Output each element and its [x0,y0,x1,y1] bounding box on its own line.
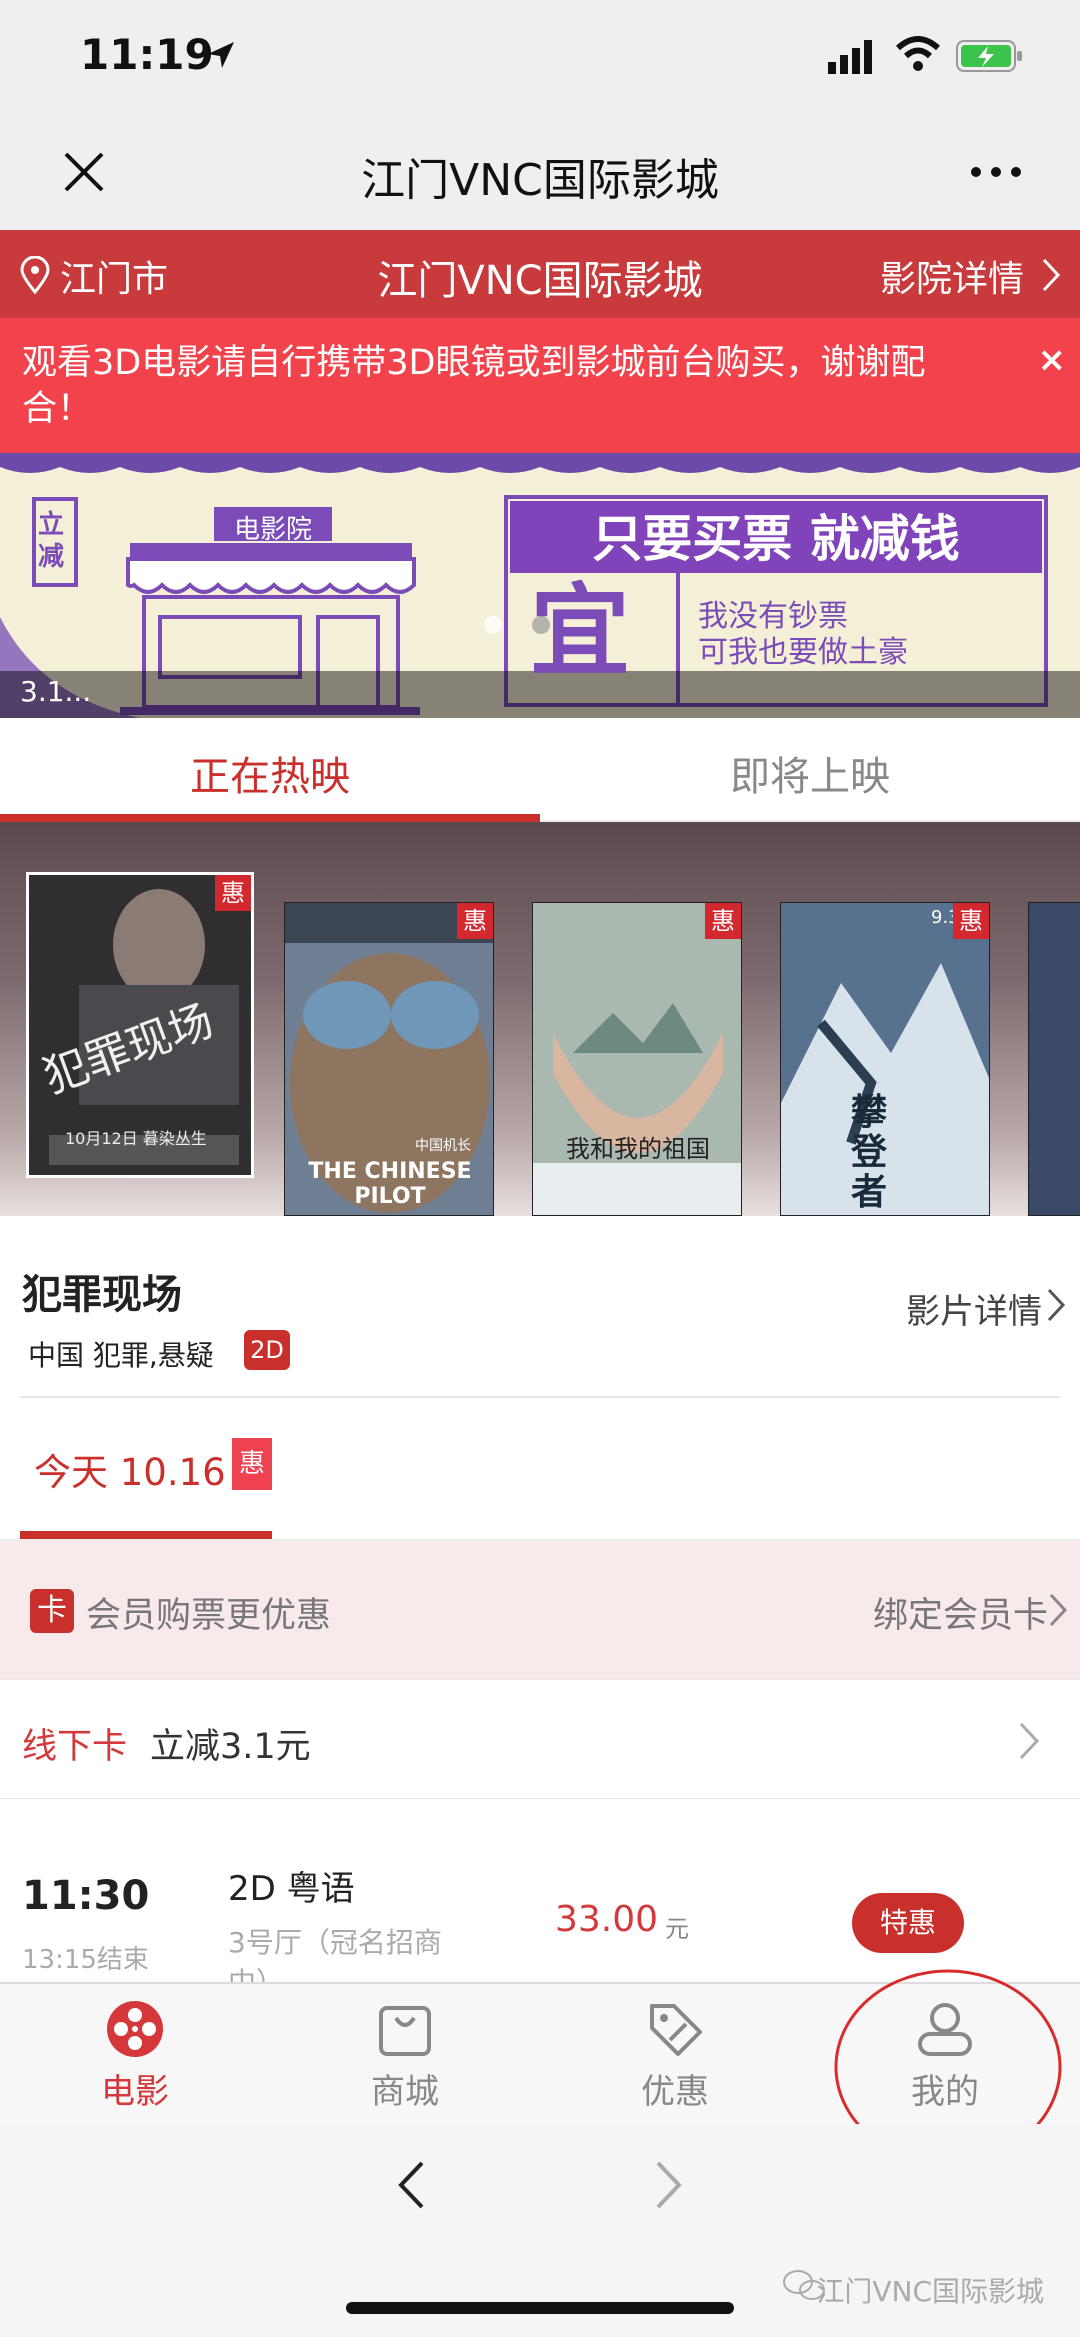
home-indicator[interactable] [346,2302,734,2314]
status-time: 11:19 [80,30,214,79]
poster-subtitle: 中国机长 [415,1138,471,1154]
chevron-right-icon [1019,1722,1040,1760]
member-promo-text: 会员购票更优惠 [86,1596,332,1636]
tabbar-item-movie[interactable]: 电影 [0,1984,270,2126]
member-card-row[interactable]: 卡 会员购票更优惠 绑定会员卡 [0,1539,1080,1679]
tab-coming-soon[interactable]: 即将上映 [540,744,1080,802]
showtime-hall: 3号厅（冠名招商中） [228,1926,442,1982]
poster-card-partial[interactable] [1028,902,1080,1216]
format-tag: 2D [244,1330,290,1370]
battery-icon [956,40,1022,72]
poster-card[interactable]: 攀登者 9.30 惠 [780,902,990,1216]
tabbar-label: 电影 [101,2072,169,2112]
page-title: 江门VNC国际影城 [361,155,719,206]
status-bar: 11:19 [0,0,1080,120]
location-arrow-icon [208,42,234,68]
tabbar-label: 优惠 [641,2072,709,2112]
poster-carousel: 犯罪现场 10月12日 暮染丛生 惠 THE CHINESE PILOT 中国机… [0,822,1080,1216]
notice-banner: 观看3D电影请自行携带3D眼镜或到影城前台购买，谢谢配合！ × [0,318,1080,453]
offline-card-row[interactable]: 线下卡 立减3.1元 [0,1679,1080,1799]
banner-caption: 3.1... [20,675,92,708]
poster-title: 我和我的祖国 [566,1135,710,1163]
showtime-row[interactable]: 11:30 13:15结束 2D 粤语 3号厅（冠名招商中） 33.00 元 特… [0,1799,1080,1982]
movie-tabs: 正在热映 即将上映 [0,718,1080,822]
movie-title: 犯罪现场 [22,1272,182,1318]
shopping-bag-icon [379,2006,431,2056]
offline-card-value: 立减3.1元 [150,1727,311,1767]
poster-subtitle: 10月12日 暮染丛生 [65,1129,207,1148]
poster-card[interactable]: THE CHINESE PILOT 中国机长 惠 [284,902,494,1216]
discount-badge: 惠 [953,903,989,939]
date-tab-today[interactable]: 今天 10.16 [34,1442,226,1496]
offline-card-label: 线下卡 [22,1727,128,1767]
card-icon: 卡 [30,1589,74,1633]
tabbar-label: 商城 [371,2072,439,2112]
movie-info: 犯罪现场 中国 犯罪,悬疑 2D 影片详情 [0,1216,1080,1396]
showtime-end: 13:15结束 [22,1945,149,1975]
tabbar-item-mall[interactable]: 商城 [270,1984,540,2126]
banner-line-2: 可我也要做土豪 [698,635,908,670]
watermark-text: 江门VNC国际影城 [816,2275,1044,2308]
back-arrow-icon[interactable] [396,2160,426,2210]
notice-text: 观看3D电影请自行携带3D眼镜或到影城前台购买，谢谢配合！ [22,343,926,429]
wifi-icon [896,36,940,71]
date-active-indicator [20,1531,272,1539]
bind-member-card-link[interactable]: 绑定会员卡 [873,1587,1048,1638]
notice-close-button[interactable]: × [1038,340,1067,380]
banner-top-strip [0,453,1080,467]
poster-card[interactable]: 犯罪现场 10月12日 暮染丛生 惠 [26,872,254,1178]
poster-card[interactable]: 我和我的祖国 惠 [532,902,742,1216]
tabbar-item-offers[interactable]: 优惠 [540,1984,810,2126]
banner-tag: 立减 [38,510,65,572]
price-unit: 元 [665,1915,689,1943]
cinema-detail-link[interactable]: 影院详情 [880,250,1024,302]
showtime-start: 11:30 [22,1873,150,1919]
discount-badge: 惠 [705,903,741,939]
chevron-right-icon [1049,1593,1068,1627]
film-reel-icon [107,2001,163,2057]
date-selector[interactable]: 今天 10.16 惠 [20,1396,1060,1539]
banner-big-char: 宜 [530,573,630,690]
signal-icon [828,40,872,74]
promo-banner[interactable]: 立减 电影院 只要买票 就减钱 宜 我没有钞票 可我也要做土豪 3.1... [0,453,1080,718]
movie-detail-link[interactable]: 影片详情 [906,1284,1042,1333]
more-icon[interactable] [970,166,1022,178]
chevron-right-icon [1047,1288,1066,1322]
tab-now-showing[interactable]: 正在热映 [0,744,540,802]
movie-meta: 中国 犯罪,悬疑 [28,1339,214,1372]
discount-badge: 惠 [232,1438,272,1490]
forward-arrow-icon[interactable] [654,2160,684,2210]
special-offer-button[interactable]: 特惠 [852,1893,964,1953]
price-tag-icon [650,2004,702,2056]
poster-art [533,1003,741,1215]
tab-active-indicator [0,814,540,822]
showtime-price: 33.00 [555,1899,659,1940]
cinema-header: 江门市 江门VNC国际影城 影院详情 [0,230,1080,318]
poster-title: 攀登者 [851,1092,888,1213]
nav-bar: 江门VNC国际影城 [0,120,1080,230]
chevron-right-icon [1042,258,1061,292]
showtime-language: 2D 粤语 [228,1869,355,1909]
discount-badge: 惠 [215,875,251,911]
browser-toolbar: 江门VNC国际影城 [0,2124,1080,2337]
poster-title: THE CHINESE PILOT [308,1159,472,1209]
discount-badge: 惠 [457,903,493,939]
banner-headline: 只要买票 就减钱 [592,510,960,568]
banner-shop-sign: 电影院 [233,515,312,545]
